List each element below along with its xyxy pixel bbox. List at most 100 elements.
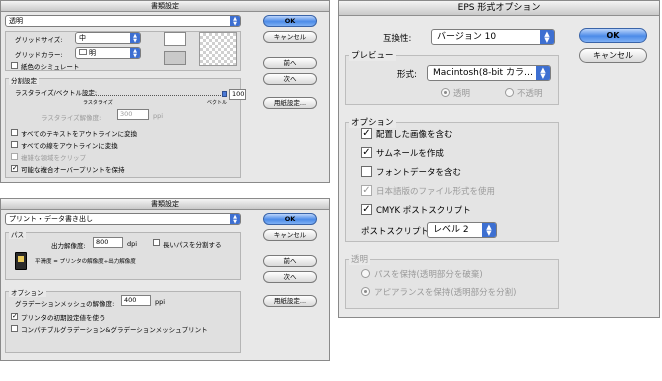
options-title: オプション [9, 287, 46, 297]
grid-color-label: グリッドカラー: [15, 51, 63, 59]
preset-value: 透明 [9, 17, 23, 25]
grid-size-popup[interactable]: 中 ▲ ▼ [75, 32, 141, 44]
opaque-radio[interactable] [505, 88, 514, 97]
cancel-button[interactable]: キャンセル [263, 229, 317, 241]
ok-button[interactable]: OK [263, 15, 317, 27]
preserve-paths-label: パスを保持(透明部分を破棄) [374, 270, 483, 280]
raster-res-field[interactable]: 300 [117, 109, 149, 120]
include-fonts-checkbox[interactable] [361, 166, 372, 177]
next-button[interactable]: 次へ [263, 73, 317, 85]
eps-options-dialog: EPS 形式オプション 互換性: バージョン 10 ▲ ▼ OK キャンセル プレビ… [338, 0, 660, 318]
compatible-gradient-label: コンパチブルグラデーション&グラデーションメッシュプリント [21, 326, 208, 334]
flatten-title: 分割設定 [9, 75, 39, 85]
include-linked-label: 配置した画像を含む [376, 130, 453, 140]
paper-setup-button[interactable]: 用紙設定... [263, 295, 317, 307]
ps-level-label: ポストスクリプト: [361, 227, 432, 237]
chevron-updown-icon: ▲ ▼ [540, 30, 554, 44]
ps-level-value: レベル 2 [433, 225, 469, 235]
stroke-outline-checkbox[interactable] [11, 141, 18, 148]
include-linked-checkbox[interactable]: ✓ [361, 128, 372, 139]
grid-color-swatch-light[interactable] [164, 32, 186, 46]
compat-popup[interactable]: バージョン 10 ▲ ▼ [431, 29, 555, 45]
preset-value: プリント・データ書き出し [9, 215, 93, 223]
text-outline-label: すべてのテキストをアウトラインに変換 [21, 130, 138, 138]
opaque-label: 不透明 [517, 89, 543, 99]
preserve-appearance-label: アピアランスを保持(透明部分を分割) [374, 288, 517, 298]
include-fonts-label: フォントデータを含む [376, 168, 462, 178]
stroke-outline-label: すべての線をアウトラインに変換 [21, 142, 118, 150]
output-res-label: 出力解像度: [51, 242, 86, 250]
paper-setup-button[interactable]: 用紙設定... [263, 97, 317, 109]
transparent-label: 透明 [453, 89, 471, 99]
printer-default-label: プリンタの初期設定値を使う [21, 314, 106, 322]
color-swatch [79, 49, 87, 55]
preset-popup[interactable]: 透明 ▲ ▼ [5, 15, 241, 27]
clip-label: 複雑な領域をクリップ [21, 154, 86, 162]
overprint-checkbox[interactable]: ✓ [11, 165, 18, 172]
output-res-field[interactable]: 800 [93, 237, 123, 248]
preview-title: プレビュー [349, 49, 396, 61]
grid-size-label: グリッドサイズ: [15, 36, 63, 44]
vector-end-label: ベクトル [207, 100, 228, 106]
raster-end-label: ラスタライズ [83, 100, 113, 106]
compat-label: 互換性: [383, 34, 412, 44]
dialog-title: 書類設定 [1, 199, 329, 210]
chevron-updown-icon: ▲ ▼ [130, 48, 140, 58]
checkerboard-preview [199, 32, 237, 66]
cmyk-ps-checkbox[interactable]: ✓ [361, 204, 372, 215]
preserve-paths-radio[interactable] [361, 269, 370, 278]
dialog-title: EPS 形式オプション [339, 1, 659, 16]
prev-button[interactable]: 前へ [263, 255, 317, 267]
simulate-paper-checkbox[interactable] [11, 62, 18, 69]
ok-button[interactable]: OK [263, 213, 317, 225]
options-title: オプション [349, 116, 396, 128]
split-long-paths-label: 長いパスを分割する [163, 241, 222, 249]
raster-res-label: ラスタライズ解像度: [41, 114, 102, 122]
chevron-updown-icon: ▲ ▼ [482, 223, 496, 237]
transparency-group [345, 259, 559, 309]
transparency-title: 透明 [349, 253, 371, 265]
raster-vector-slider-knob[interactable] [222, 91, 227, 97]
format-popup[interactable]: Macintosh(8-bit カラ… ▲ ▼ [427, 65, 551, 81]
chevron-updown-icon: ▲ ▼ [130, 33, 140, 43]
simulate-paper-label: 紙色のシミュレート [21, 63, 80, 71]
cancel-button[interactable]: キャンセル [263, 31, 317, 43]
grid-color-value: 明 [89, 49, 96, 57]
next-button[interactable]: 次へ [263, 271, 317, 283]
chevron-updown-icon: ▲ ▼ [536, 66, 550, 80]
printer-icon [15, 252, 27, 270]
transparent-radio[interactable] [441, 88, 450, 97]
document-setup-dialog-print: 書類設定 プリント・データ書き出し ▲ ▼ パス 出力解像度: 800 dpi 長い… [0, 198, 330, 361]
grid-color-swatch-dark[interactable] [164, 51, 186, 65]
japanese-format-checkbox[interactable]: ✓ [361, 185, 372, 196]
printer-default-checkbox[interactable]: ✓ [11, 313, 18, 320]
compatible-gradient-checkbox[interactable] [11, 325, 18, 332]
clip-checkbox[interactable] [11, 153, 18, 160]
dialog-title: 書類設定 [1, 1, 329, 12]
thumbnails-checkbox[interactable]: ✓ [361, 147, 372, 158]
prev-button[interactable]: 前へ [263, 57, 317, 69]
chevron-updown-icon: ▲ ▼ [230, 214, 240, 224]
overprint-label: 可能な複合オーバープリントを保持 [21, 166, 125, 174]
mesh-res-field[interactable]: 400 [121, 295, 151, 306]
format-value: Macintosh(8-bit カラ… [433, 68, 533, 78]
ok-button[interactable]: OK [579, 28, 647, 43]
split-long-paths-checkbox[interactable] [153, 239, 160, 246]
preset-popup[interactable]: プリント・データ書き出し ▲ ▼ [5, 213, 241, 225]
path-title: パス [9, 229, 26, 239]
mesh-res-label: グラデーションメッシュの解像度: [15, 300, 115, 308]
raster-res-unit: ppi [153, 112, 164, 120]
chevron-updown-icon: ▲ ▼ [230, 16, 240, 26]
compat-value: バージョン 10 [437, 32, 497, 42]
slider-value-field[interactable]: 100 [229, 89, 246, 100]
cmyk-ps-label: CMYK ポストスクリプト [376, 206, 471, 216]
grid-size-value: 中 [79, 34, 86, 42]
output-res-unit: dpi [127, 240, 138, 248]
cancel-button[interactable]: キャンセル [579, 48, 647, 63]
document-setup-dialog-transparency: 書類設定 透明 ▲ ▼ グリッドサイズ: 中 ▲ ▼ グリッドカラー: 明 ▲ ▼ 紙色のシ… [0, 0, 330, 183]
raster-vector-slider-track[interactable] [83, 95, 225, 96]
preserve-appearance-radio[interactable] [361, 287, 370, 296]
ps-level-popup[interactable]: レベル 2 ▲ ▼ [427, 222, 497, 238]
text-outline-checkbox[interactable] [11, 129, 18, 136]
grid-color-popup[interactable]: 明 ▲ ▼ [75, 47, 141, 59]
